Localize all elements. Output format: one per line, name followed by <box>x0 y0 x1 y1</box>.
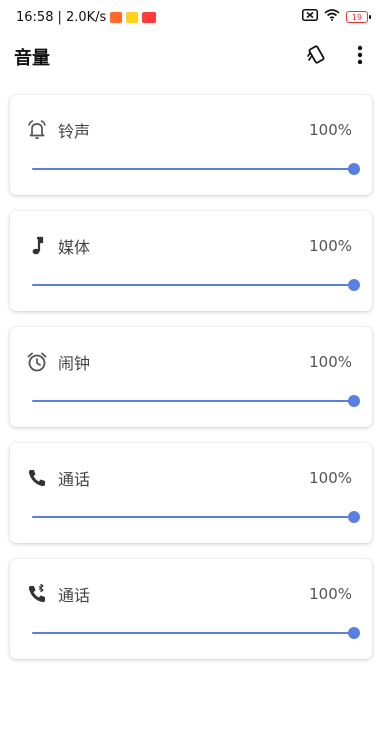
status-left: 16:58 | 2.0K/s <box>16 9 157 25</box>
status-network-speed: | 2.0K/s <box>57 9 107 25</box>
alarm-clock-icon <box>26 351 48 373</box>
vibrate-mode-button[interactable] <box>304 45 328 69</box>
card-header: 铃声 100% <box>26 119 352 141</box>
volume-card-bluetooth-call: 通话 100% <box>10 559 372 659</box>
volume-card-media: 媒体 100% <box>10 211 372 311</box>
app-actions <box>304 45 372 69</box>
slider-thumb[interactable] <box>348 627 360 639</box>
notification-app-icon <box>126 11 139 23</box>
volume-label: 媒体 <box>58 238 91 257</box>
vibrate-phone-icon <box>305 44 327 70</box>
notification-app-icon <box>142 11 157 23</box>
ringtone-volume-slider[interactable] <box>32 163 360 175</box>
volume-label: 通话 <box>58 470 91 489</box>
volume-percent: 100% <box>309 353 352 371</box>
page-title: 音量 <box>14 48 50 69</box>
card-header: 媒体 100% <box>26 235 352 257</box>
app-bar: 音量 <box>0 34 384 80</box>
notification-app-icon <box>110 11 123 23</box>
card-header: 通话 100% <box>26 583 352 605</box>
slider-thumb[interactable] <box>348 163 360 175</box>
volume-percent: 100% <box>309 469 352 487</box>
slider-thumb[interactable] <box>348 511 360 523</box>
more-options-button[interactable] <box>348 45 372 69</box>
volume-label: 铃声 <box>58 122 91 141</box>
card-header: 通话 100% <box>26 467 352 489</box>
status-time: 16:58 <box>16 9 54 25</box>
card-header: 闹钟 100% <box>26 351 352 373</box>
wifi-icon <box>324 9 340 25</box>
slider-thumb[interactable] <box>348 395 360 407</box>
sim-x-icon <box>302 9 318 25</box>
music-note-icon <box>26 235 48 257</box>
status-bar: 16:58 | 2.0K/s 19 <box>0 0 384 34</box>
volume-percent: 100% <box>309 237 352 255</box>
slider-fill <box>32 168 354 170</box>
volume-card-alarm: 闹钟 100% <box>10 327 372 427</box>
slider-fill <box>32 284 354 286</box>
alarm-volume-slider[interactable] <box>32 395 360 407</box>
slider-fill <box>32 632 354 634</box>
bluetooth-phone-icon <box>26 583 48 605</box>
battery-level: 19 <box>351 12 363 22</box>
more-vert-icon <box>357 45 363 69</box>
volume-percent: 100% <box>309 585 352 603</box>
volume-card-call: 通话 100% <box>10 443 372 543</box>
volume-card-ringtone: 铃声 100% <box>10 95 372 195</box>
media-volume-slider[interactable] <box>32 279 360 291</box>
bluetooth-call-volume-slider[interactable] <box>32 627 360 639</box>
volume-percent: 100% <box>309 121 352 139</box>
phone-icon <box>26 467 48 489</box>
bell-icon <box>26 119 48 141</box>
status-right: 19 <box>302 9 371 25</box>
slider-fill <box>32 516 354 518</box>
battery-icon: 19 <box>346 11 371 23</box>
volume-list: 铃声 100% 媒体 100% 闹钟 100% 通话 100% 通话 100% <box>10 95 374 675</box>
volume-label: 闹钟 <box>58 354 91 373</box>
slider-thumb[interactable] <box>348 279 360 291</box>
call-volume-slider[interactable] <box>32 511 360 523</box>
volume-label: 通话 <box>58 586 91 605</box>
slider-fill <box>32 400 354 402</box>
